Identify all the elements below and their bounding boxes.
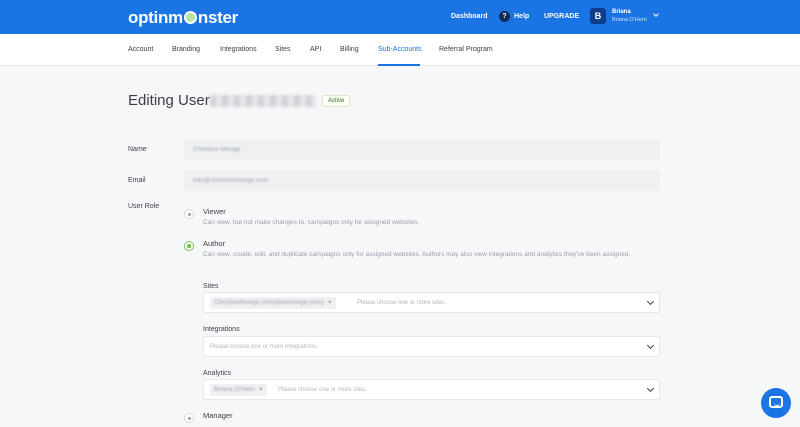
tab-sub-accounts[interactable]: Sub-Accounts: [378, 46, 422, 53]
tab-integrations[interactable]: Integrations: [220, 46, 257, 53]
integrations-placeholder: Please choose one or more integrations.: [210, 344, 318, 350]
viewer-role-title[interactable]: Viewer: [203, 207, 226, 216]
chat-support-button[interactable]: [761, 388, 791, 418]
chevron-down-icon[interactable]: [646, 384, 655, 393]
help-icon[interactable]: ?: [499, 11, 510, 22]
remove-chip-icon[interactable]: ×: [328, 299, 332, 306]
tab-api[interactable]: API: [310, 46, 321, 53]
author-role-description: Can view, create, edit, and duplicate ca…: [203, 251, 631, 258]
page-title: Editing User: [128, 92, 210, 109]
optinmonster-logo[interactable]: optinm nster: [128, 8, 238, 28]
analytics-label: Analytics: [203, 370, 232, 377]
sites-label: Sites: [203, 283, 219, 290]
analytics-chip: Briana O'Hern ×: [210, 384, 267, 396]
sites-select[interactable]: ChristineMonge (christinemonge.com) × Ple…: [203, 292, 660, 313]
viewer-role-description: Can view, but not make changes to, campa…: [203, 219, 420, 226]
manager-radio[interactable]: [184, 413, 194, 423]
analytics-select[interactable]: Briana O'Hern × Please choose one or more…: [203, 379, 660, 400]
status-badge: Active: [322, 95, 351, 107]
email-label: Email: [128, 177, 146, 184]
author-role-title[interactable]: Author: [203, 239, 225, 248]
tab-billing[interactable]: Billing: [340, 46, 359, 53]
redacted-user-name: [210, 95, 316, 107]
site-chip: ChristineMonge (christinemonge.com) ×: [210, 297, 336, 309]
user-subtitle: Briana O'Hern: [612, 17, 647, 23]
sites-placeholder: Please choose one or more sites.: [357, 300, 447, 306]
account-sub-navigation: Account Branding Integrations Sites API …: [0, 34, 800, 66]
chevron-down-icon[interactable]: [646, 297, 655, 306]
author-radio[interactable]: [184, 241, 194, 251]
manager-role-title[interactable]: Manager: [203, 411, 233, 420]
top-navigation-bar: optinm nster Dashboard ? Help UPGRADE B B…: [0, 0, 800, 34]
chat-bubble-icon: [769, 396, 783, 408]
chevron-down-icon[interactable]: [653, 11, 659, 17]
remove-chip-icon[interactable]: ×: [259, 386, 263, 393]
dashboard-link[interactable]: Dashboard: [451, 13, 488, 20]
name-field[interactable]: Christine Monge: [184, 139, 660, 160]
name-label: Name: [128, 146, 147, 153]
user-avatar[interactable]: B: [590, 8, 606, 24]
active-tab-indicator: [378, 64, 420, 66]
upgrade-link[interactable]: UPGRADE: [544, 13, 579, 20]
tab-account[interactable]: Account: [128, 46, 153, 53]
help-link[interactable]: Help: [514, 13, 529, 20]
integrations-select[interactable]: Please choose one or more integrations.: [203, 336, 660, 357]
tab-referral-program[interactable]: Referral Program: [439, 46, 493, 53]
chevron-down-icon[interactable]: [646, 341, 655, 350]
integrations-label: Integrations: [203, 326, 240, 333]
user-role-label: User Role: [128, 203, 160, 210]
tab-branding[interactable]: Branding: [172, 46, 200, 53]
user-name[interactable]: Briana: [612, 9, 631, 15]
email-field[interactable]: info@christinemonge.com: [184, 170, 660, 191]
viewer-radio[interactable]: [184, 209, 194, 219]
tab-sites[interactable]: Sites: [275, 46, 291, 53]
logo-monster-icon: [183, 11, 197, 24]
analytics-placeholder: Please choose one or more sites.: [278, 387, 368, 393]
